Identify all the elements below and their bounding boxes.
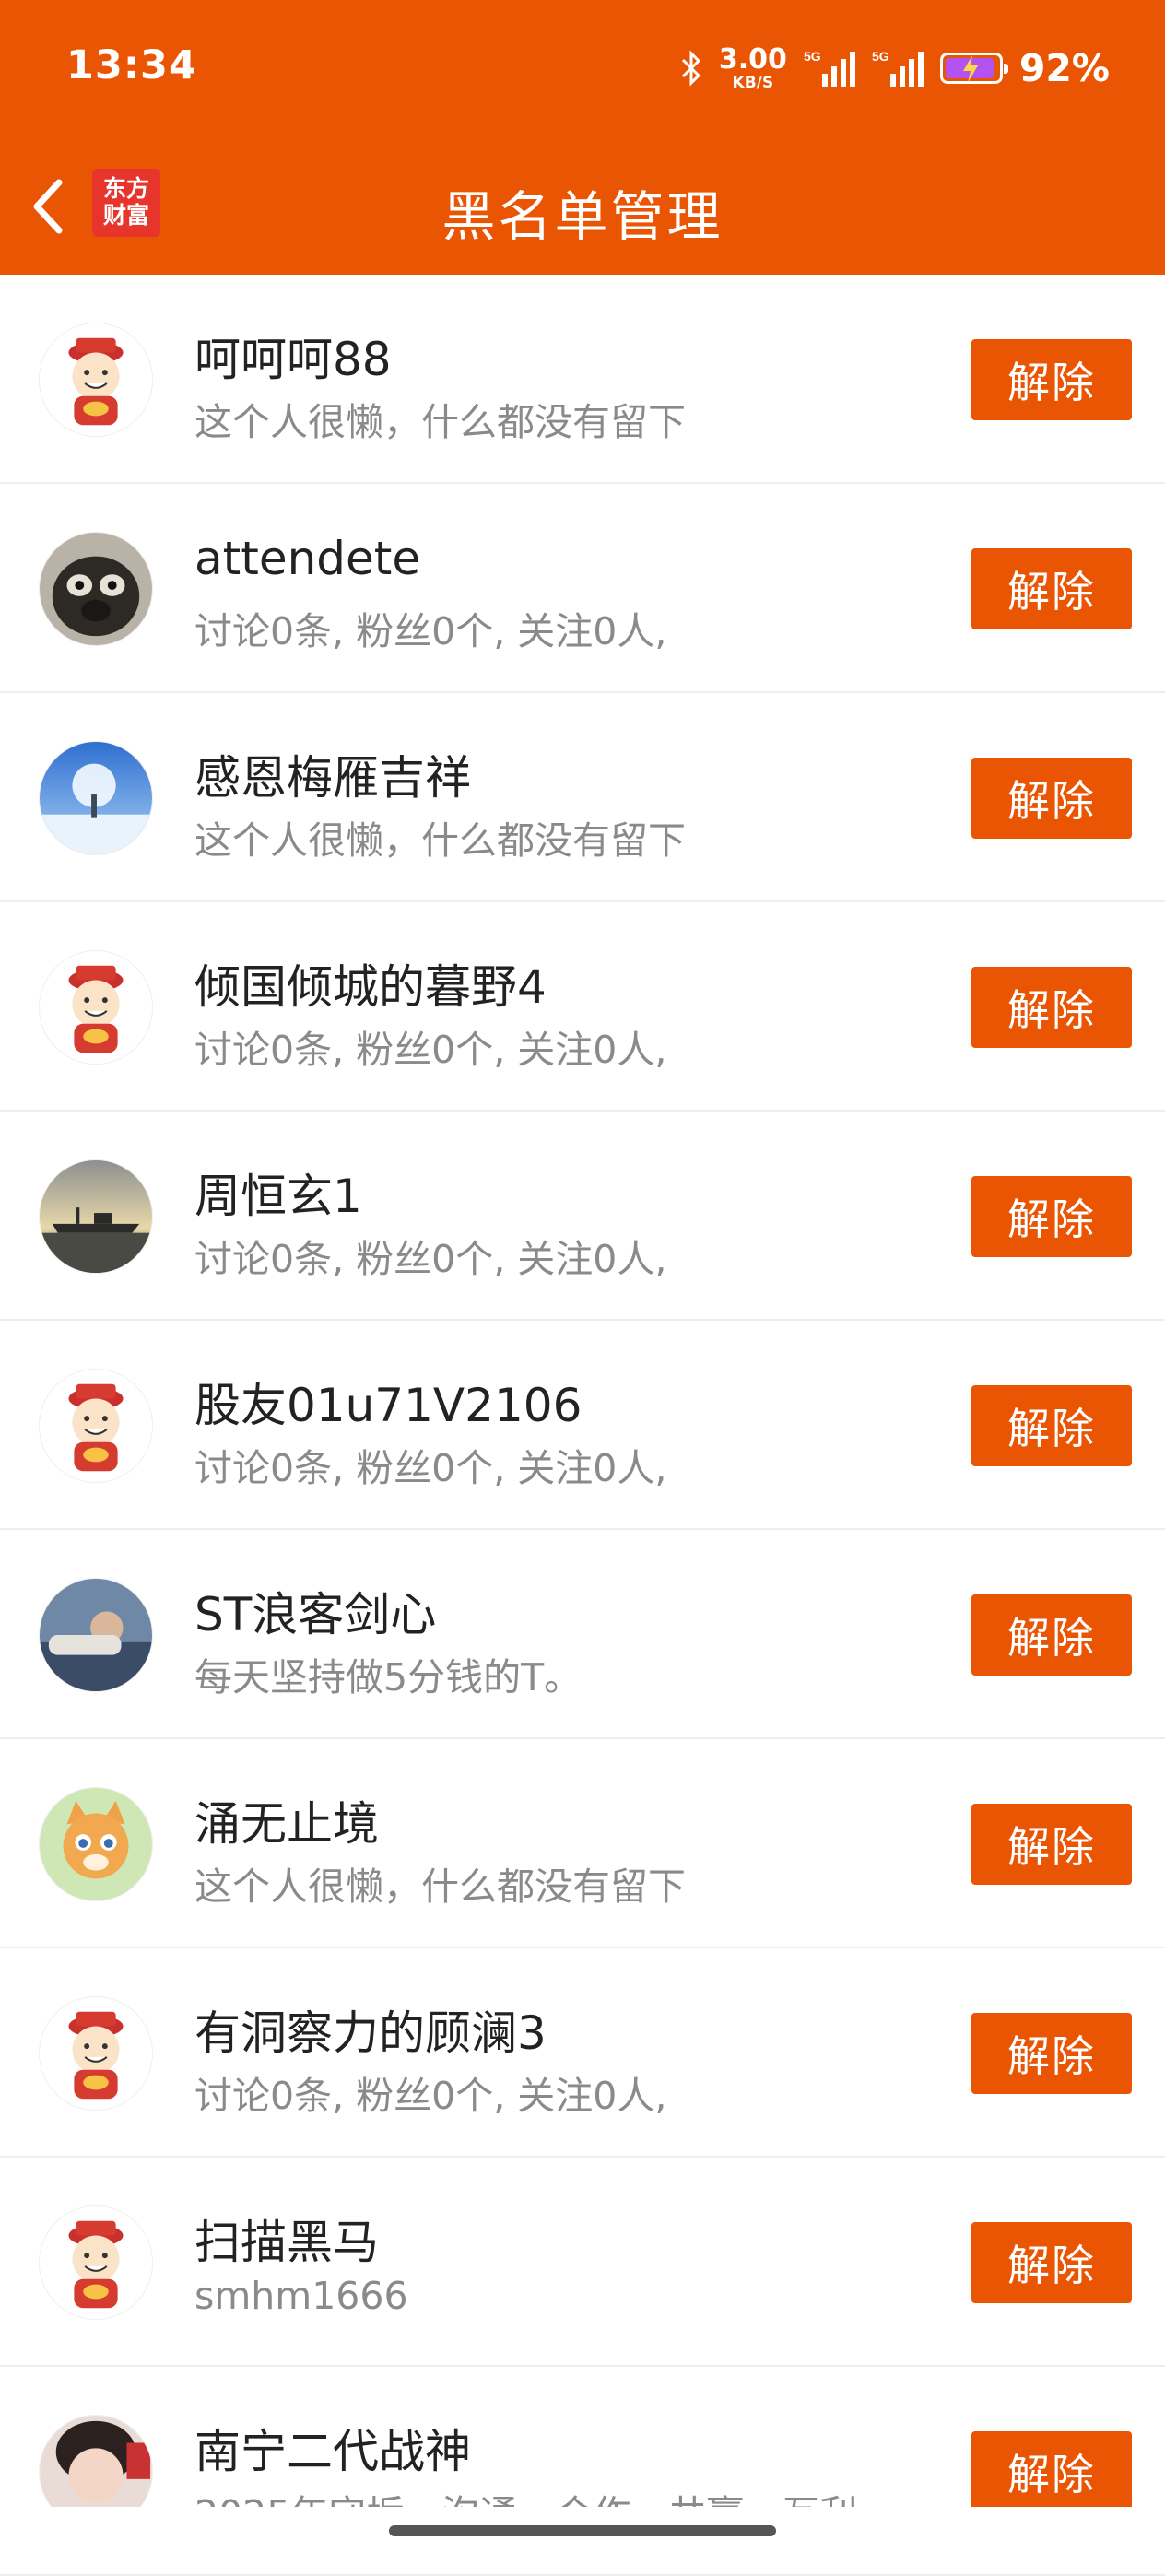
avatar[interactable]	[39, 1996, 153, 2111]
blacklist: 呵呵呵88 这个人很懒，什么都没有留下 解除 attendete 讨论0条, 粉…	[0, 275, 1165, 2576]
unblock-button[interactable]: 解除	[971, 1594, 1132, 1676]
unblock-button[interactable]: 解除	[971, 2013, 1132, 2094]
user-description: 这个人很懒，什么都没有留下	[194, 1864, 686, 1909]
user-name: 扫描黑马	[194, 2216, 379, 2269]
status-bar: 13:34 3.00 KB/S 5G 5G 92%	[0, 0, 1165, 138]
list-item[interactable]: 涌无止境 这个人很懒，什么都没有留下 解除	[0, 1739, 1165, 1948]
user-description: 这个人很懒，什么都没有留下	[194, 400, 686, 444]
user-name: 股友01u71V2106	[194, 1379, 582, 1432]
signal-5g-icon: 5G	[804, 48, 855, 88]
avatar[interactable]	[39, 1787, 153, 1901]
avatar[interactable]	[39, 2205, 153, 2320]
status-time: 13:34	[66, 42, 197, 88]
unblock-button[interactable]: 解除	[971, 967, 1132, 1048]
user-description: 讨论0条, 粉丝0个, 关注0人,	[194, 2074, 667, 2118]
bluetooth-icon	[680, 50, 702, 87]
list-item[interactable]: 有洞察力的顾澜3 讨论0条, 粉丝0个, 关注0人, 解除	[0, 1948, 1165, 2158]
battery-percent: 92%	[1018, 46, 1110, 90]
user-name: 感恩梅雁吉祥	[194, 751, 471, 805]
user-description: 讨论0条, 粉丝0个, 关注0人,	[194, 1237, 667, 1281]
battery-icon	[939, 53, 1008, 84]
user-name: attendete	[194, 532, 421, 585]
user-name: 周恒玄1	[194, 1170, 362, 1223]
user-description: 讨论0条, 粉丝0个, 关注0人,	[194, 1446, 667, 1490]
user-name: 呵呵呵88	[194, 333, 392, 386]
unblock-button[interactable]: 解除	[971, 2222, 1132, 2303]
list-item[interactable]: 感恩梅雁吉祥 这个人很懒，什么都没有留下 解除	[0, 693, 1165, 902]
unblock-button[interactable]: 解除	[971, 548, 1132, 629]
list-item[interactable]: 股友01u71V2106 讨论0条, 粉丝0个, 关注0人, 解除	[0, 1321, 1165, 1530]
list-item[interactable]: 倾国倾城的暮野4 讨论0条, 粉丝0个, 关注0人, 解除	[0, 902, 1165, 1112]
home-indicator[interactable]	[389, 2525, 776, 2536]
avatar[interactable]	[39, 1369, 153, 1483]
unblock-button[interactable]: 解除	[971, 1385, 1132, 1466]
user-name: 有洞察力的顾澜3	[194, 2006, 547, 2060]
list-item[interactable]: attendete 讨论0条, 粉丝0个, 关注0人, 解除	[0, 484, 1165, 693]
svg-text:5G: 5G	[872, 49, 889, 64]
user-name: 涌无止境	[194, 1797, 379, 1851]
user-description: 讨论0条, 粉丝0个, 关注0人,	[194, 609, 667, 653]
user-name: ST浪客剑心	[194, 1588, 437, 1641]
list-item[interactable]: 扫描黑马 smhm1666 解除	[0, 2158, 1165, 2367]
status-icons: 3.00 KB/S 5G 5G 92%	[680, 41, 1110, 96]
unblock-button[interactable]: 解除	[971, 1176, 1132, 1257]
nav-bar: 东方 财富 黑名单管理	[0, 138, 1165, 275]
unblock-button[interactable]: 解除	[971, 2431, 1132, 2512]
user-name: 倾国倾城的暮野4	[194, 960, 547, 1014]
user-description: smhm1666	[194, 2274, 408, 2318]
user-name: 南宁二代战神	[194, 2425, 471, 2478]
signal-5g-icon-2: 5G	[872, 48, 924, 88]
network-speed: 3.00 KB/S	[718, 42, 787, 92]
user-description: 每天坚持做5分钱的T。	[194, 1655, 582, 1700]
svg-text:5G: 5G	[804, 49, 821, 64]
unblock-button[interactable]: 解除	[971, 758, 1132, 839]
user-description: 这个人很懒，什么都没有留下	[194, 818, 686, 863]
avatar[interactable]	[39, 741, 153, 855]
avatar[interactable]	[39, 950, 153, 1065]
unblock-button[interactable]: 解除	[971, 1804, 1132, 1885]
avatar[interactable]	[39, 1578, 153, 1692]
list-item[interactable]: 周恒玄1 讨论0条, 粉丝0个, 关注0人, 解除	[0, 1112, 1165, 1321]
list-item[interactable]: 呵呵呵88 这个人很懒，什么都没有留下 解除	[0, 275, 1165, 484]
avatar[interactable]	[39, 323, 153, 437]
avatar[interactable]	[39, 1159, 153, 1274]
user-description: 讨论0条, 粉丝0个, 关注0人,	[194, 1028, 667, 1072]
avatar[interactable]	[39, 532, 153, 646]
list-item[interactable]: ST浪客剑心 每天坚持做5分钱的T。 解除	[0, 1530, 1165, 1739]
unblock-button[interactable]: 解除	[971, 339, 1132, 420]
page-title: 黑名单管理	[441, 185, 724, 248]
